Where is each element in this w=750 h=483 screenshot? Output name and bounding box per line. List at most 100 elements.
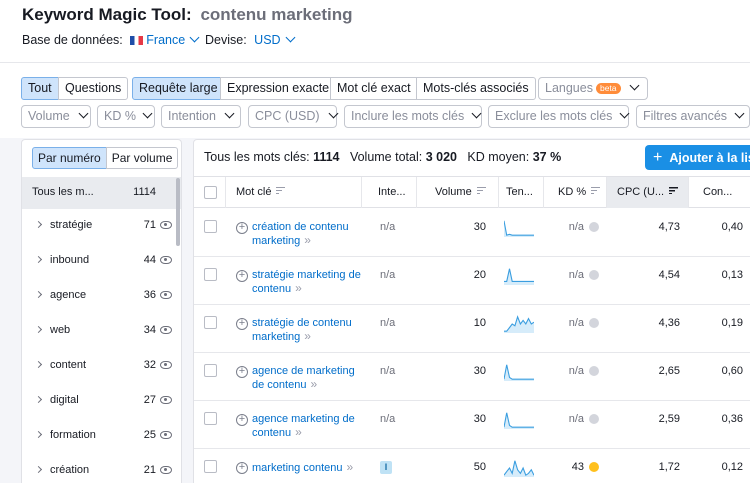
eye-icon[interactable] bbox=[160, 361, 172, 369]
add-plus-icon[interactable]: + bbox=[236, 462, 248, 474]
advanced-filters[interactable]: Filtres avancés bbox=[636, 105, 750, 128]
group-count: 34 bbox=[143, 324, 156, 336]
double-chevron-icon[interactable]: » bbox=[347, 460, 354, 474]
group-label: inbound bbox=[50, 254, 90, 266]
chevron-down-icon bbox=[189, 32, 200, 43]
chevron-right-icon bbox=[34, 395, 43, 404]
keyword-link[interactable]: stratégie de contenu marketing» bbox=[252, 317, 370, 344]
row-checkbox[interactable] bbox=[204, 412, 217, 425]
database-selector[interactable]: Base de données: France bbox=[22, 32, 200, 47]
cpc-filter-label: CPC (USD) bbox=[255, 109, 320, 123]
row-checkbox[interactable] bbox=[204, 316, 217, 329]
trend-line bbox=[504, 220, 534, 236]
kd-indicator bbox=[589, 222, 599, 232]
eye-icon[interactable] bbox=[160, 326, 172, 334]
keyword-link[interactable]: agence marketing de contenu» bbox=[252, 413, 370, 440]
eye-icon[interactable] bbox=[160, 221, 172, 229]
select-all-cell bbox=[194, 177, 226, 208]
row-checkbox[interactable] bbox=[204, 220, 217, 233]
kd-filter[interactable]: KD % bbox=[97, 105, 155, 128]
kd-indicator bbox=[589, 414, 599, 424]
select-all-checkbox[interactable] bbox=[204, 186, 217, 199]
col-kd-label: KD % bbox=[558, 186, 587, 198]
tab-phrase-match[interactable]: Expression exacte bbox=[220, 77, 337, 100]
add-plus-icon[interactable]: + bbox=[236, 270, 248, 282]
col-volume[interactable]: Volume bbox=[417, 177, 499, 208]
competition-value: 0,36 bbox=[721, 413, 743, 425]
eye-icon[interactable] bbox=[160, 256, 172, 264]
double-chevron-icon[interactable]: » bbox=[295, 425, 302, 439]
col-keyword[interactable]: Mot clé bbox=[226, 177, 362, 208]
tab-all[interactable]: Tout bbox=[21, 77, 59, 100]
total-volume-label: Volume total: bbox=[349, 150, 423, 164]
include-keywords-filter[interactable]: Inclure les mots clés bbox=[344, 105, 482, 128]
intent-filter[interactable]: Intention bbox=[161, 105, 241, 128]
col-cpc[interactable]: CPC (U... bbox=[607, 177, 689, 208]
tab-related[interactable]: Mots-clés associés bbox=[416, 77, 536, 100]
eye-icon[interactable] bbox=[160, 466, 172, 474]
col-kd[interactable]: KD % bbox=[544, 177, 607, 208]
sidebar-scrollbar[interactable] bbox=[176, 178, 180, 246]
group-item[interactable]: stratégie 71 bbox=[22, 209, 181, 244]
keyword-text: stratégie de contenu marketing bbox=[252, 317, 352, 343]
group-count: 27 bbox=[143, 394, 156, 406]
kd-indicator bbox=[589, 270, 599, 280]
competition-value: 0,19 bbox=[721, 317, 743, 329]
add-to-list-button[interactable]: + Ajouter à la liste bbox=[645, 145, 750, 170]
row-checkbox[interactable] bbox=[204, 460, 217, 473]
group-item[interactable]: content 32 bbox=[22, 349, 181, 384]
intent-value: n/a bbox=[380, 317, 396, 329]
keyword-link[interactable]: marketing contenu » bbox=[252, 461, 370, 475]
currency-value[interactable]: USD bbox=[254, 33, 280, 47]
group-label: création bbox=[50, 464, 90, 476]
group-item[interactable]: agence 36 bbox=[22, 279, 181, 314]
eye-icon[interactable] bbox=[160, 291, 172, 299]
group-all-keywords[interactable]: Tous les m... 1114 bbox=[22, 177, 181, 209]
double-chevron-icon[interactable]: » bbox=[295, 281, 302, 295]
tab-broad-match[interactable]: Requête large bbox=[132, 77, 225, 100]
group-item[interactable]: création 21 bbox=[22, 454, 181, 483]
volume-filter[interactable]: Volume bbox=[21, 105, 91, 128]
add-plus-icon[interactable]: + bbox=[236, 222, 248, 234]
group-sort-toggle: Par numéro Par volume bbox=[32, 147, 179, 169]
add-plus-icon[interactable]: + bbox=[236, 366, 248, 378]
col-competition[interactable]: Con... bbox=[689, 177, 750, 208]
add-plus-icon[interactable]: + bbox=[236, 318, 248, 330]
keyword-text: agence marketing de contenu bbox=[252, 413, 355, 439]
kd-value: n/a bbox=[568, 269, 584, 281]
chevron-right-icon bbox=[34, 430, 43, 439]
double-chevron-icon[interactable]: » bbox=[304, 233, 311, 247]
cpc-value: 2,65 bbox=[658, 365, 680, 377]
double-chevron-icon[interactable]: » bbox=[304, 329, 311, 343]
group-item[interactable]: web 34 bbox=[22, 314, 181, 349]
eye-icon[interactable] bbox=[160, 396, 172, 404]
exclude-keywords-label: Exclure les mots clés bbox=[495, 109, 613, 123]
row-checkbox[interactable] bbox=[204, 364, 217, 377]
eye-icon[interactable] bbox=[160, 431, 172, 439]
add-plus-icon[interactable]: + bbox=[236, 414, 248, 426]
group-count: 71 bbox=[143, 219, 156, 231]
currency-selector[interactable]: Devise: USD bbox=[205, 32, 296, 47]
group-item[interactable]: digital 27 bbox=[22, 384, 181, 419]
keyword-text: création de contenu marketing bbox=[252, 221, 349, 247]
exclude-keywords-filter[interactable]: Exclure les mots clés bbox=[488, 105, 630, 128]
keyword-link[interactable]: stratégie marketing de contenu» bbox=[252, 269, 370, 296]
double-chevron-icon[interactable]: » bbox=[310, 377, 317, 391]
col-intent[interactable]: Inte... bbox=[362, 177, 417, 208]
row-checkbox[interactable] bbox=[204, 268, 217, 281]
group-item[interactable]: inbound 44 bbox=[22, 244, 181, 279]
database-value[interactable]: France bbox=[146, 33, 185, 47]
col-trend[interactable]: Ten... bbox=[499, 177, 544, 208]
tab-questions[interactable]: Questions bbox=[58, 77, 129, 100]
keyword-link[interactable]: agence de marketing de contenu» bbox=[252, 365, 370, 392]
sort-by-number[interactable]: Par numéro bbox=[32, 147, 107, 169]
cpc-filter[interactable]: CPC (USD) bbox=[248, 105, 339, 128]
languages-dropdown[interactable]: Langues beta bbox=[538, 77, 648, 100]
tab-exact-match[interactable]: Mot clé exact bbox=[330, 77, 418, 100]
table-header: Mot clé Inte... Volume Ten... KD % CPC (… bbox=[194, 176, 750, 208]
group-item[interactable]: formation 25 bbox=[22, 419, 181, 454]
intent-filter-label: Intention bbox=[168, 109, 216, 123]
sort-by-volume[interactable]: Par volume bbox=[105, 147, 179, 169]
keyword-link[interactable]: création de contenu marketing» bbox=[252, 221, 370, 248]
chevron-right-icon bbox=[34, 290, 43, 299]
